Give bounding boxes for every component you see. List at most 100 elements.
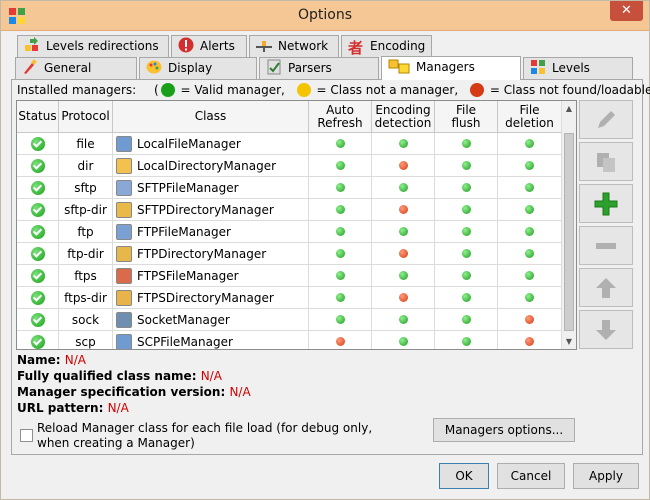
name-label: Name: (17, 353, 61, 367)
valid-status-icon (30, 136, 45, 151)
green-bullet-icon (461, 227, 471, 236)
del-cell (498, 243, 562, 264)
red-bullet-icon (398, 249, 408, 258)
col-status-label: Status (18, 109, 57, 123)
protocol-cell: ftps-dir (59, 287, 113, 308)
table-row[interactable]: sftp SFTPFileManager (17, 177, 562, 199)
move-down-button[interactable] (579, 310, 633, 349)
col-protocol[interactable]: Protocol (59, 101, 113, 132)
spec-label: Manager specification version: (17, 385, 226, 399)
green-bullet-icon (525, 227, 534, 236)
ftps-file-icon (116, 267, 132, 284)
tab-parsers[interactable]: Parsers (259, 57, 379, 79)
table-row[interactable]: file LocalFileManager (17, 133, 562, 155)
green-bullet-icon (461, 315, 471, 324)
tab-managers[interactable]: Managers (381, 56, 521, 80)
status-cell (17, 309, 59, 330)
class-cell: SCPFileManager (113, 331, 309, 349)
flush-cell (435, 309, 498, 330)
tab-encoding[interactable]: 者 Encoding (341, 35, 432, 57)
status-cell (17, 199, 59, 220)
col-auto-refresh[interactable]: Auto Refresh (309, 101, 372, 132)
col-encoding-label: Encoding (375, 102, 431, 117)
col-file-deletion-label-2: deletion (505, 115, 554, 130)
tab-general[interactable]: General (15, 57, 137, 79)
plus-icon (594, 192, 618, 215)
table-row[interactable]: ftps FTPSFileManager (17, 265, 562, 287)
scroll-up-arrow-icon[interactable]: ▲ (562, 101, 576, 116)
tab-network[interactable]: Network (249, 35, 339, 57)
table-scrollbar[interactable]: ▲ ▼ (561, 101, 576, 349)
status-cell (17, 265, 59, 286)
display-icon (146, 60, 162, 74)
move-up-button[interactable] (579, 268, 633, 307)
tab-display[interactable]: Display (139, 57, 257, 79)
enc-cell (372, 155, 435, 176)
flush-cell (435, 133, 498, 154)
col-file-flush[interactable]: File flush (435, 101, 498, 132)
managers-table[interactable]: Status Protocol Class Auto Refresh Encodi… (16, 100, 577, 350)
minus-icon (596, 242, 616, 249)
ok-button[interactable]: OK (439, 463, 489, 489)
enc-cell (372, 287, 435, 308)
green-bullet-icon (461, 161, 471, 170)
scrollbar-thumb[interactable] (564, 133, 574, 331)
remove-button[interactable] (579, 226, 633, 265)
arrow-down-icon (596, 319, 616, 340)
add-button[interactable] (579, 184, 633, 223)
col-encoding-detection[interactable]: Encoding detection (372, 101, 435, 132)
auto-cell (309, 265, 372, 286)
protocol-cell: sock (59, 309, 113, 330)
status-cell (17, 221, 59, 242)
alert-icon (178, 37, 194, 53)
tab-levels-redirections[interactable]: Levels redirections (17, 35, 169, 57)
apply-button[interactable]: Apply (573, 463, 639, 489)
tab-label: Levels redirections (46, 39, 159, 53)
status-cell (17, 177, 59, 198)
title-bar[interactable]: Options ✕ (1, 1, 649, 31)
managers-options-button[interactable]: Managers options... (433, 418, 575, 442)
green-bullet-icon (335, 183, 345, 192)
table-row[interactable]: ftps-dir FTPSDirectoryManager (17, 287, 562, 309)
table-row[interactable]: sock SocketManager (17, 309, 562, 331)
col-class[interactable]: Class (113, 101, 309, 132)
flush-cell (435, 177, 498, 198)
red-bullet-icon (398, 161, 408, 170)
protocol-cell: sftp (59, 177, 113, 198)
table-row[interactable]: sftp-dir SFTPDirectoryManager (17, 199, 562, 221)
green-bullet-icon (398, 183, 408, 192)
name-value: N/A (64, 353, 87, 367)
table-row[interactable]: ftp-dir FTPDirectoryManager (17, 243, 562, 265)
edit-button[interactable] (579, 100, 633, 139)
col-status[interactable]: Status (17, 101, 59, 132)
scroll-down-arrow-icon[interactable]: ▼ (562, 334, 576, 349)
table-row[interactable]: ftp FTPFileManager (17, 221, 562, 243)
tab-levels[interactable]: Levels (523, 57, 633, 79)
green-bullet-icon (525, 139, 534, 148)
green-bullet-icon (335, 205, 345, 214)
tab-alerts[interactable]: Alerts (171, 35, 247, 57)
url-value: N/A (107, 401, 129, 415)
fqcn-info: Fully qualified class name: N/A (17, 369, 222, 383)
status-cell (17, 331, 59, 349)
green-bullet-icon (525, 293, 534, 302)
red-bullet-icon (525, 337, 534, 346)
copy-button[interactable] (579, 142, 633, 181)
reload-checkbox-label[interactable]: Reload Manager class for each file load … (37, 421, 397, 451)
legend-prefix: Installed managers: (17, 83, 137, 97)
reload-checkbox[interactable] (20, 429, 33, 442)
tab-label: Network (278, 39, 329, 53)
tab-label: Managers (416, 60, 475, 74)
cancel-button[interactable]: Cancel (497, 463, 565, 489)
flush-cell (435, 199, 498, 220)
encoding-icon: 者 (348, 39, 364, 57)
tab-label: Encoding (370, 39, 426, 53)
col-file-deletion[interactable]: File deletion (498, 101, 562, 132)
close-button[interactable]: ✕ (610, 1, 643, 21)
table-row[interactable]: scp SCPFileManager (17, 331, 562, 349)
table-row[interactable]: dir LocalDirectoryManager (17, 155, 562, 177)
green-bullet-icon (461, 139, 471, 148)
green-bullet-icon (335, 227, 345, 236)
del-cell (498, 331, 562, 349)
levels-icon (531, 60, 545, 74)
